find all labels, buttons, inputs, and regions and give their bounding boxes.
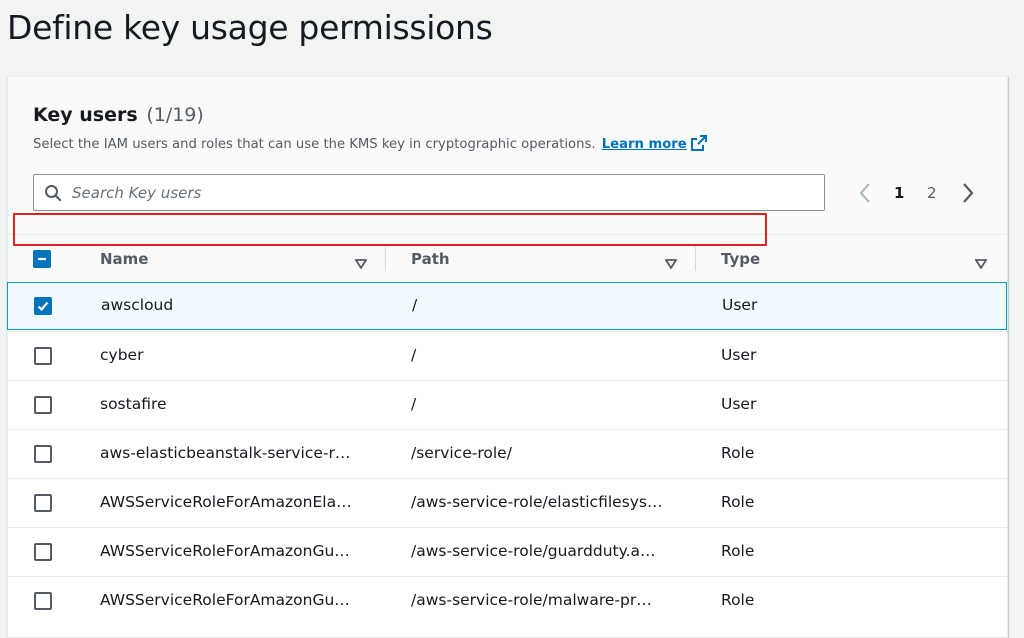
select-all-checkbox[interactable] — [33, 250, 51, 268]
table-row[interactable]: aws-elasticbeanstalk-service-r… /service… — [8, 429, 1007, 478]
chevron-right-icon[interactable] — [960, 181, 976, 209]
selection-count: (1/19) — [146, 104, 204, 126]
column-header-type[interactable]: Type — [721, 250, 760, 268]
row-checkbox[interactable] — [34, 543, 52, 561]
row-path: / — [411, 346, 417, 364]
row-name: aws-elasticbeanstalk-service-r… — [100, 444, 351, 462]
row-name: awscloud — [101, 296, 174, 314]
row-name: cyber — [100, 346, 144, 364]
page-title: Define key usage permissions — [7, 8, 493, 47]
search-icon — [44, 184, 62, 206]
row-name: AWSServiceRoleForAmazonEla… — [100, 493, 352, 511]
row-path: /aws-service-role/guardduty.a… — [411, 542, 656, 560]
checkbox-icon — [38, 257, 46, 261]
page-1-button[interactable]: 1 — [894, 184, 904, 202]
search-input[interactable] — [72, 181, 812, 205]
row-checkbox[interactable] — [34, 494, 52, 512]
row-checkbox[interactable] — [34, 396, 52, 414]
row-type: Role — [721, 591, 755, 609]
section-description: Select the IAM users and roles that can … — [33, 135, 707, 155]
chevron-left-icon[interactable] — [857, 181, 873, 209]
row-type: User — [721, 395, 757, 413]
row-path: / — [412, 296, 418, 314]
sort-caret-icon[interactable] — [354, 254, 368, 273]
table-row[interactable]: awscloud / User — [7, 282, 1007, 330]
row-path: /aws-service-role/elasticfilesys… — [411, 493, 663, 511]
row-type: Role — [721, 542, 755, 560]
table-row[interactable]: AWSServiceRoleForAmazonEla… /aws-service… — [8, 478, 1007, 527]
sort-caret-icon[interactable] — [974, 254, 988, 273]
table-row[interactable]: cyber / User — [8, 331, 1007, 380]
column-divider[interactable] — [385, 247, 386, 271]
column-header-path[interactable]: Path — [411, 250, 450, 268]
row-checkbox[interactable] — [34, 445, 52, 463]
row-type: User — [721, 346, 757, 364]
search-box[interactable] — [33, 174, 825, 211]
external-link-icon[interactable] — [690, 135, 707, 155]
table-row[interactable]: AWSServiceRoleForAmazonGu… /aws-service-… — [8, 527, 1007, 576]
description-text: Select the IAM users and roles that can … — [33, 137, 596, 152]
row-path: /aws-service-role/malware-pr… — [411, 591, 652, 609]
panel-header: Key users (1/19) Select the IAM users an… — [8, 77, 1007, 234]
row-checkbox[interactable] — [34, 347, 52, 365]
key-users-panel: Key users (1/19) Select the IAM users an… — [7, 76, 1008, 638]
table-row[interactable]: sostafire / User — [8, 380, 1007, 429]
section-title-text: Key users — [33, 104, 138, 126]
row-name: AWSServiceRoleForAmazonGu… — [100, 542, 350, 560]
row-name: sostafire — [100, 395, 167, 413]
row-path: / — [411, 395, 417, 413]
column-divider[interactable] — [695, 247, 696, 271]
row-checkbox[interactable] — [34, 592, 52, 610]
row-checkbox[interactable] — [34, 297, 52, 315]
page-2-button[interactable]: 2 — [927, 184, 937, 202]
column-header-name[interactable]: Name — [100, 250, 148, 268]
row-type: Role — [721, 444, 755, 462]
row-path: /service-role/ — [411, 444, 512, 462]
learn-more-link[interactable]: Learn more — [602, 137, 687, 152]
row-type: Role — [721, 493, 755, 511]
section-title: Key users (1/19) — [33, 104, 204, 126]
red-highlight-annotation — [13, 213, 767, 246]
row-name: AWSServiceRoleForAmazonGu… — [100, 591, 350, 609]
sort-caret-icon[interactable] — [664, 254, 678, 273]
row-type: User — [722, 296, 758, 314]
table-row[interactable]: AWSServiceRoleForAmazonGu… /aws-service-… — [8, 576, 1007, 625]
checkbox-icon — [37, 301, 49, 312]
